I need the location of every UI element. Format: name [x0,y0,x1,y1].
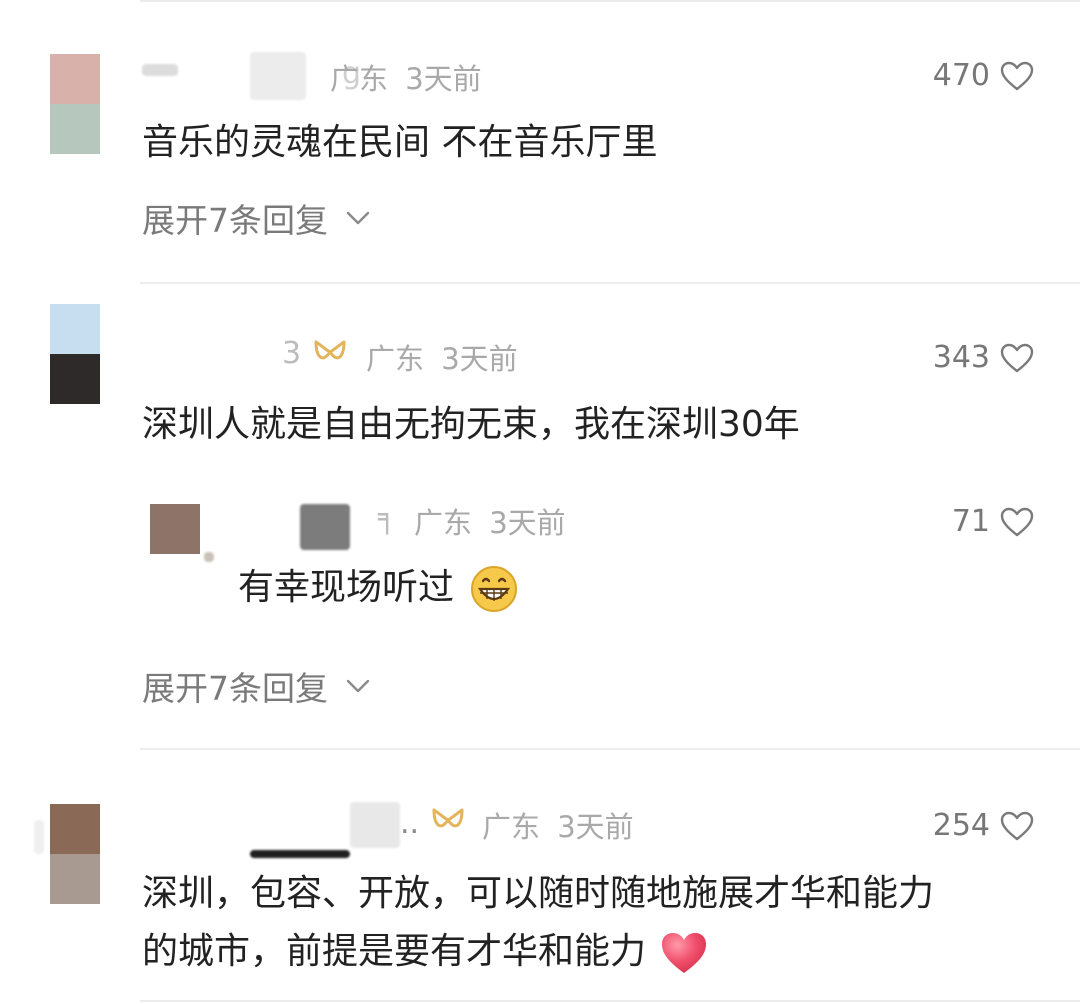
location-label: 广东 [366,342,425,376]
expand-replies-label: 展开7条回复 [142,201,328,240]
username-blur [34,820,44,854]
divider [140,748,1080,750]
reply-avatar[interactable] [150,504,200,554]
time-label: 3天前 [489,506,566,540]
username-blur [204,552,214,562]
divider [140,282,1080,284]
reply-text: 有幸现场听过 [238,558,519,614]
comment-meta: 广东 3天前 [330,56,482,98]
red-heart-icon [662,933,707,973]
username-fragment[interactable]: 3 [282,336,301,371]
expand-replies-button[interactable]: 展开7条回复 [142,194,370,242]
time-label: 3天前 [441,342,518,376]
heart-outline-icon [1000,507,1034,536]
username-blur [142,64,178,76]
avatar[interactable] [50,54,100,154]
like-count: 343 [932,340,990,375]
heart-outline-icon [1000,343,1034,372]
username-fragment[interactable]: .. [400,806,419,841]
location-label: 广东 [482,810,541,844]
like-count: 254 [932,808,990,843]
expand-replies-label: 展开7条回复 [142,669,328,708]
location-label: 广东 [330,62,389,96]
grinning-face-icon [471,566,518,612]
divider [140,0,1080,2]
comment-text-line-2-body: 的城市，前提是要有才华和能力 [142,931,647,972]
username-blur [300,504,350,550]
avatar[interactable] [50,304,100,404]
comment-meta: 广东 3天前 [366,336,518,378]
comment-text: 深圳人就是自由无拘无束，我在深圳30年 [142,404,800,445]
like-count: 71 [951,504,990,539]
like-button[interactable]: 470 [933,58,1034,93]
avatar[interactable] [50,804,100,904]
comment-list: g 广东 3天前 470 音乐的灵魂在民间 不在音乐厅里 展开7条回复 3 广东… [0,0,1080,1004]
time-label: 3天前 [557,810,634,844]
reply-text-body: 有幸现场听过 [238,567,455,608]
like-button[interactable]: 343 [933,340,1034,375]
heart-outline-icon [1000,61,1034,90]
username-fragment[interactable]: ╕ [378,500,396,535]
like-button[interactable]: 254 [933,808,1034,843]
chevron-down-icon [346,211,370,225]
gold-badge-icon [432,808,464,828]
heart-outline-icon [1000,811,1034,840]
comment-text-line-2: 的城市，前提是要有才华和能力 [142,922,709,976]
like-button[interactable]: 71 [952,504,1034,539]
reply-meta: 广东 3天前 [414,500,566,542]
username-blur [350,802,400,848]
like-count: 470 [932,58,990,93]
comment-text: 音乐的灵魂在民间 不在音乐厅里 [142,122,658,163]
comment-text-line-1: 深圳，包容、开放，可以随时随地施展才华和能力 [142,873,935,914]
expand-replies-button[interactable]: 展开7条回复 [142,662,370,710]
divider [140,1000,1080,1002]
chevron-down-icon [346,679,370,693]
time-label: 3天前 [405,62,482,96]
username-blur [250,850,350,858]
location-label: 广东 [414,506,473,540]
comment-meta: 广东 3天前 [482,804,634,846]
username-blur [250,52,306,100]
gold-badge-icon [314,340,346,360]
